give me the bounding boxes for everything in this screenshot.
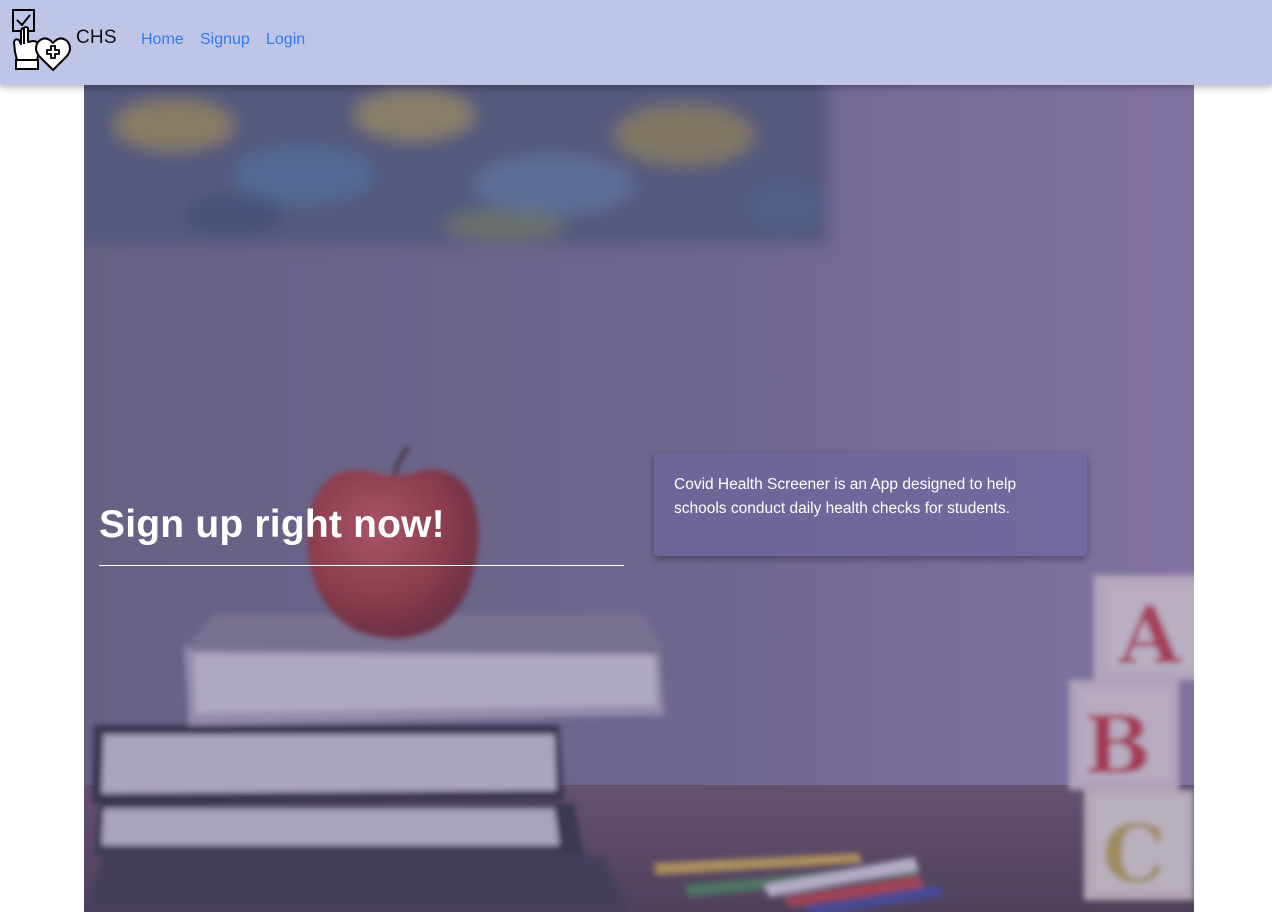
brand-name[interactable]: CHS (76, 27, 117, 49)
nav-signup-link[interactable]: Signup (200, 31, 250, 49)
checkbox-hand-heart-icon (12, 9, 71, 71)
nav-login-link[interactable]: Login (266, 31, 305, 49)
nav-home-link[interactable]: Home (141, 31, 184, 49)
hero-section: A B C Sign up right now! Covid Health Sc… (84, 85, 1194, 912)
hero-title: Sign up right now! (99, 503, 445, 546)
hero-divider (99, 565, 624, 566)
info-card: Covid Health Screener is an App designed… (654, 453, 1087, 556)
navbar: CHS Home Signup Login (0, 0, 1272, 85)
info-description: Covid Health Screener is an App designed… (674, 476, 1017, 517)
